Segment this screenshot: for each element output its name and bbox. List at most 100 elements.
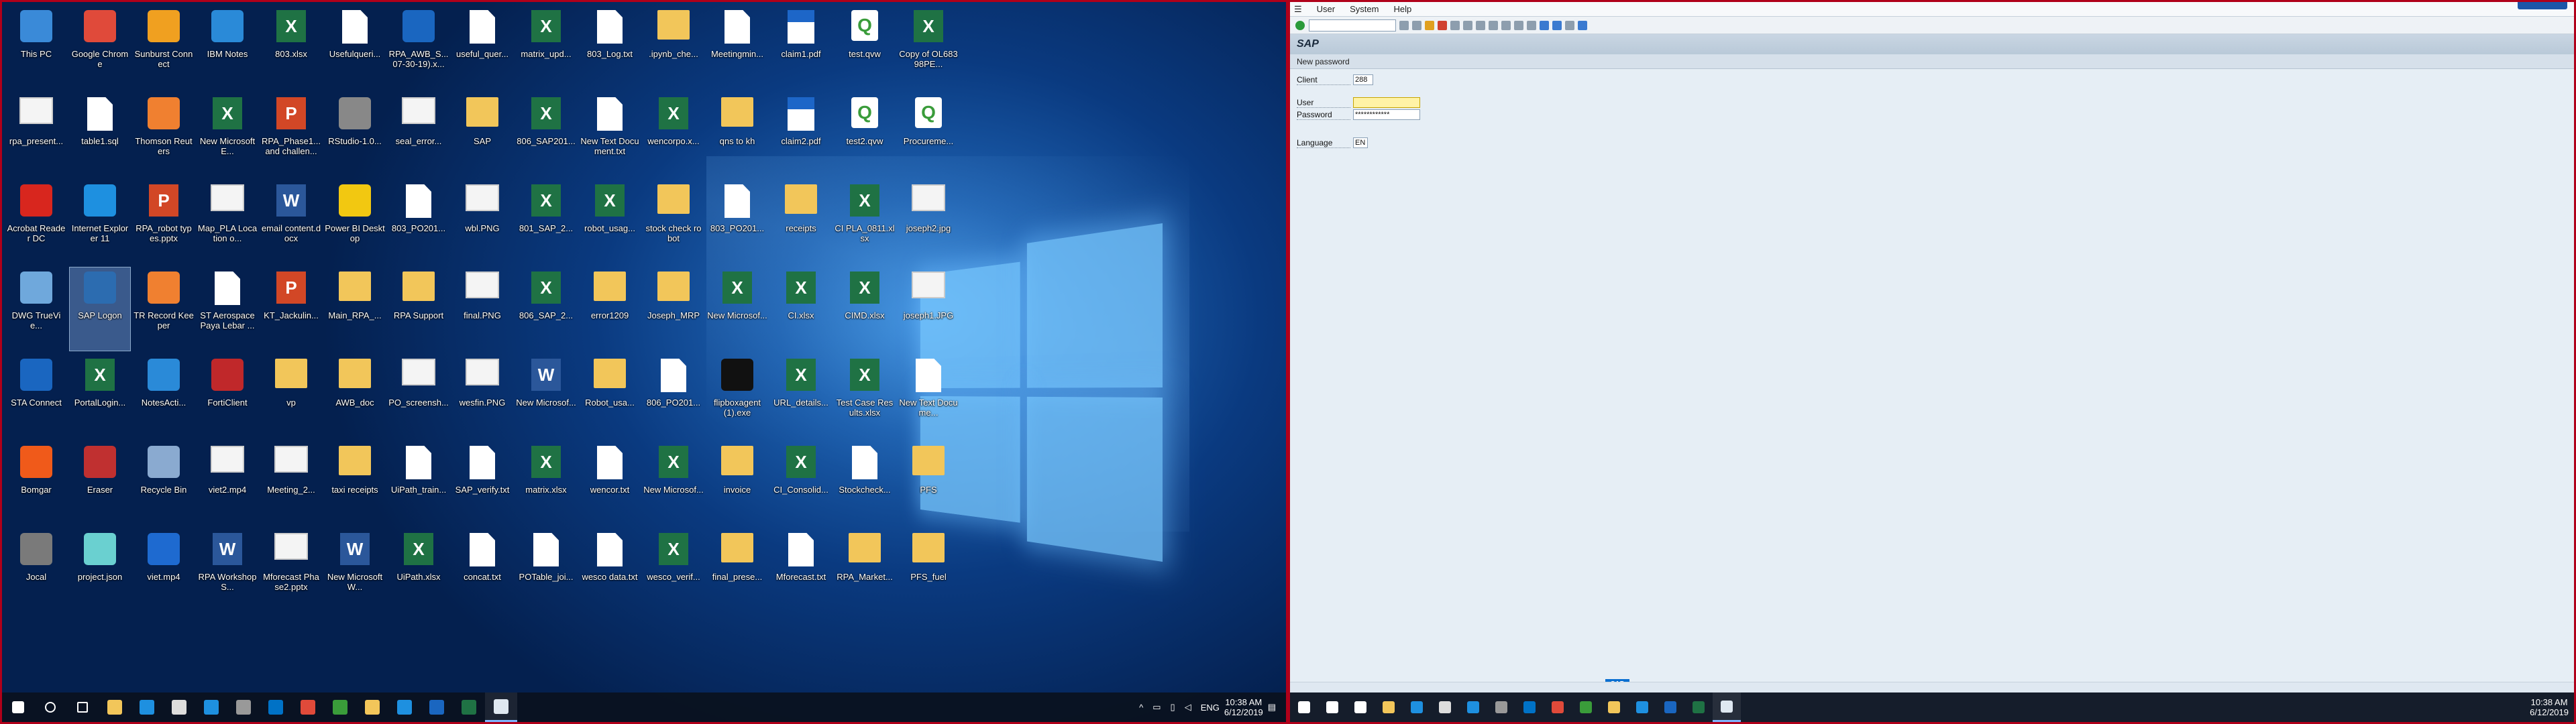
taskbar-task-view-button[interactable] [1346, 692, 1375, 722]
desktop-icon[interactable]: SAP_verify.txt [452, 442, 513, 525]
taskbar-store-button[interactable] [163, 692, 195, 722]
find-icon[interactable] [1463, 20, 1472, 30]
desktop-icon[interactable]: Wemail content.docx [261, 180, 321, 263]
desktop-icon[interactable]: NotesActi... [133, 355, 194, 438]
desktop-icon[interactable]: X PortalLogin... [70, 355, 130, 438]
desktop-icon[interactable]: ST Aerospace Paya Lebar ... [197, 267, 258, 351]
desktop-icon[interactable]: Google Chrome [70, 6, 130, 89]
desktop-icon[interactable]: Stockcheck... [835, 442, 895, 525]
desktop-icon[interactable]: invoice [707, 442, 767, 525]
menu-user[interactable]: User [1317, 4, 1335, 14]
taskbar-sap-button[interactable] [1713, 692, 1741, 722]
taskbar-ie2-button[interactable] [1628, 692, 1656, 722]
desktop-icon[interactable]: Xmatrix_upd... [516, 6, 576, 89]
desktop-icon[interactable]: W New Microsof... [516, 355, 576, 438]
cancel-icon[interactable] [1438, 20, 1447, 30]
desktop-icon[interactable]: useful_quer... [452, 6, 513, 89]
desktop-icon[interactable]: X New Microsof... [707, 267, 767, 351]
desktop-icon[interactable]: taxi receipts [325, 442, 385, 525]
taskbar-excel-button[interactable] [1684, 692, 1713, 722]
desktop-icon[interactable]: PFS [898, 442, 959, 525]
enter-icon[interactable] [1295, 20, 1305, 30]
desktop-icon[interactable]: DWG TrueVie... [6, 267, 66, 351]
taskbar-uipath-button[interactable] [421, 692, 453, 722]
prev-page-icon[interactable] [1501, 20, 1511, 30]
taskbar-outlook-button[interactable] [260, 692, 292, 722]
taskbar-qlik-button[interactable] [1572, 692, 1600, 722]
desktop-icon[interactable]: final_prese... [707, 529, 767, 612]
desktop-icon[interactable]: wbl.PNG [452, 180, 513, 263]
desktop-icon[interactable]: Usefulqueri... [325, 6, 385, 89]
taskbar-notes-button[interactable] [356, 692, 388, 722]
taskbar-tools-button[interactable] [1487, 692, 1515, 722]
client-field[interactable]: 288 [1353, 74, 1373, 85]
desktop-icon[interactable]: Main_RPA_... [325, 267, 385, 351]
desktop-icon[interactable]: wencor.txt [580, 442, 640, 525]
desktop-icon[interactable]: 803_PO201... [388, 180, 449, 263]
desktop-icon[interactable]: qns to kh [707, 93, 767, 176]
desktop-icon[interactable]: X CI_Consolid... [771, 442, 831, 525]
clock-secondary[interactable]: 10:38 AM 6/12/2019 [2530, 697, 2569, 717]
last-page-icon[interactable] [1527, 20, 1536, 30]
taskbar-store-button[interactable] [1431, 692, 1459, 722]
taskbar-explorer-button[interactable] [99, 692, 131, 722]
taskbar-ie-button[interactable] [195, 692, 227, 722]
taskbar-edge-button[interactable] [1403, 692, 1431, 722]
desktop-icon[interactable]: 806_PO201... [643, 355, 704, 438]
desktop-icon[interactable]: X CIMD.xlsx [835, 267, 895, 351]
user-field[interactable] [1353, 97, 1420, 108]
desktop-icon[interactable]: flipboxagent (1).exe [707, 355, 767, 438]
desktop-icon[interactable]: X 806_SAP201... [516, 93, 576, 176]
desktop-icon[interactable]: X 801_SAP_2... [516, 180, 576, 263]
desktop-icon[interactable]: X New Microsoft E... [197, 93, 258, 176]
desktop-icon[interactable]: Joseph_MRP [643, 267, 704, 351]
desktop-icon[interactable]: STA Connect [6, 355, 66, 438]
taskbar-chrome-button[interactable] [292, 692, 324, 722]
desktop-icon[interactable]: SAP [452, 93, 513, 176]
desktop-icon[interactable]: viet.mp4 [133, 529, 194, 612]
desktop-icon[interactable]: project.json [70, 529, 130, 612]
language-field[interactable]: EN [1353, 137, 1368, 148]
desktop-icon[interactable]: RPA_Market... [835, 529, 895, 612]
battery-icon[interactable]: ▯ [1171, 702, 1175, 713]
desktop-icon[interactable]: AWB_doc [325, 355, 385, 438]
desktop-icon[interactable]: P KT_Jackulin... [261, 267, 321, 351]
taskbar-excel-button[interactable] [453, 692, 485, 722]
first-page-icon[interactable] [1489, 20, 1498, 30]
desktop-icon[interactable]: UiPath_train... [388, 442, 449, 525]
taskbar-tools-button[interactable] [227, 692, 260, 722]
taskbar-chrome-button[interactable] [1544, 692, 1572, 722]
desktop-icon[interactable]: receipts [771, 180, 831, 263]
save-icon[interactable] [1412, 20, 1421, 30]
desktop-icon[interactable]: Power BI Desktop [325, 180, 385, 263]
window-controls[interactable] [2518, 2, 2567, 9]
desktop-icon[interactable]: claim2.pdf [771, 93, 831, 176]
desktop-icon[interactable]: New Text Docume... [898, 355, 959, 438]
shortcut-icon[interactable] [1552, 20, 1562, 30]
desktop-icon[interactable]: joseph2.jpg [898, 180, 959, 263]
language-indicator[interactable]: ENG [1201, 703, 1220, 713]
desktop-icon[interactable]: Eraser [70, 442, 130, 525]
desktop-icon[interactable]: Q Procureme... [898, 93, 959, 176]
desktop-icon[interactable]: Thomson Reuters [133, 93, 194, 176]
desktop-icon[interactable]: POTable_joi... [516, 529, 576, 612]
desktop-icon[interactable]: Meetingmin... [707, 6, 767, 89]
desktop-icon[interactable]: Xwencorpo.x... [643, 93, 704, 176]
desktop-icon[interactable]: W New Microsoft W... [325, 529, 385, 612]
desktop-icon[interactable]: 803_Log.txt [580, 6, 640, 89]
command-field[interactable] [1309, 19, 1396, 32]
menu-system[interactable]: System [1350, 4, 1379, 14]
desktop-icon[interactable]: PO_screensh... [388, 355, 449, 438]
desktop-icon[interactable]: Recycle Bin [133, 442, 194, 525]
desktop-icon[interactable]: Xmatrix.xlsx [516, 442, 576, 525]
desktop-icon[interactable]: Qtest.qvw [835, 6, 895, 89]
print-icon[interactable] [1450, 20, 1460, 30]
desktop-icon[interactable]: This PC [6, 6, 66, 89]
desktop-icon[interactable]: viet2.mp4 [197, 442, 258, 525]
desktop-icon[interactable]: X UiPath.xlsx [388, 529, 449, 612]
desktop-icon[interactable]: wesfin.PNG [452, 355, 513, 438]
speaker-icon[interactable]: ◁ [1185, 702, 1191, 713]
desktop-icon[interactable]: 803_PO201... [707, 180, 767, 263]
taskbar-start-button[interactable] [1290, 692, 1318, 722]
help-icon[interactable] [1565, 20, 1574, 30]
